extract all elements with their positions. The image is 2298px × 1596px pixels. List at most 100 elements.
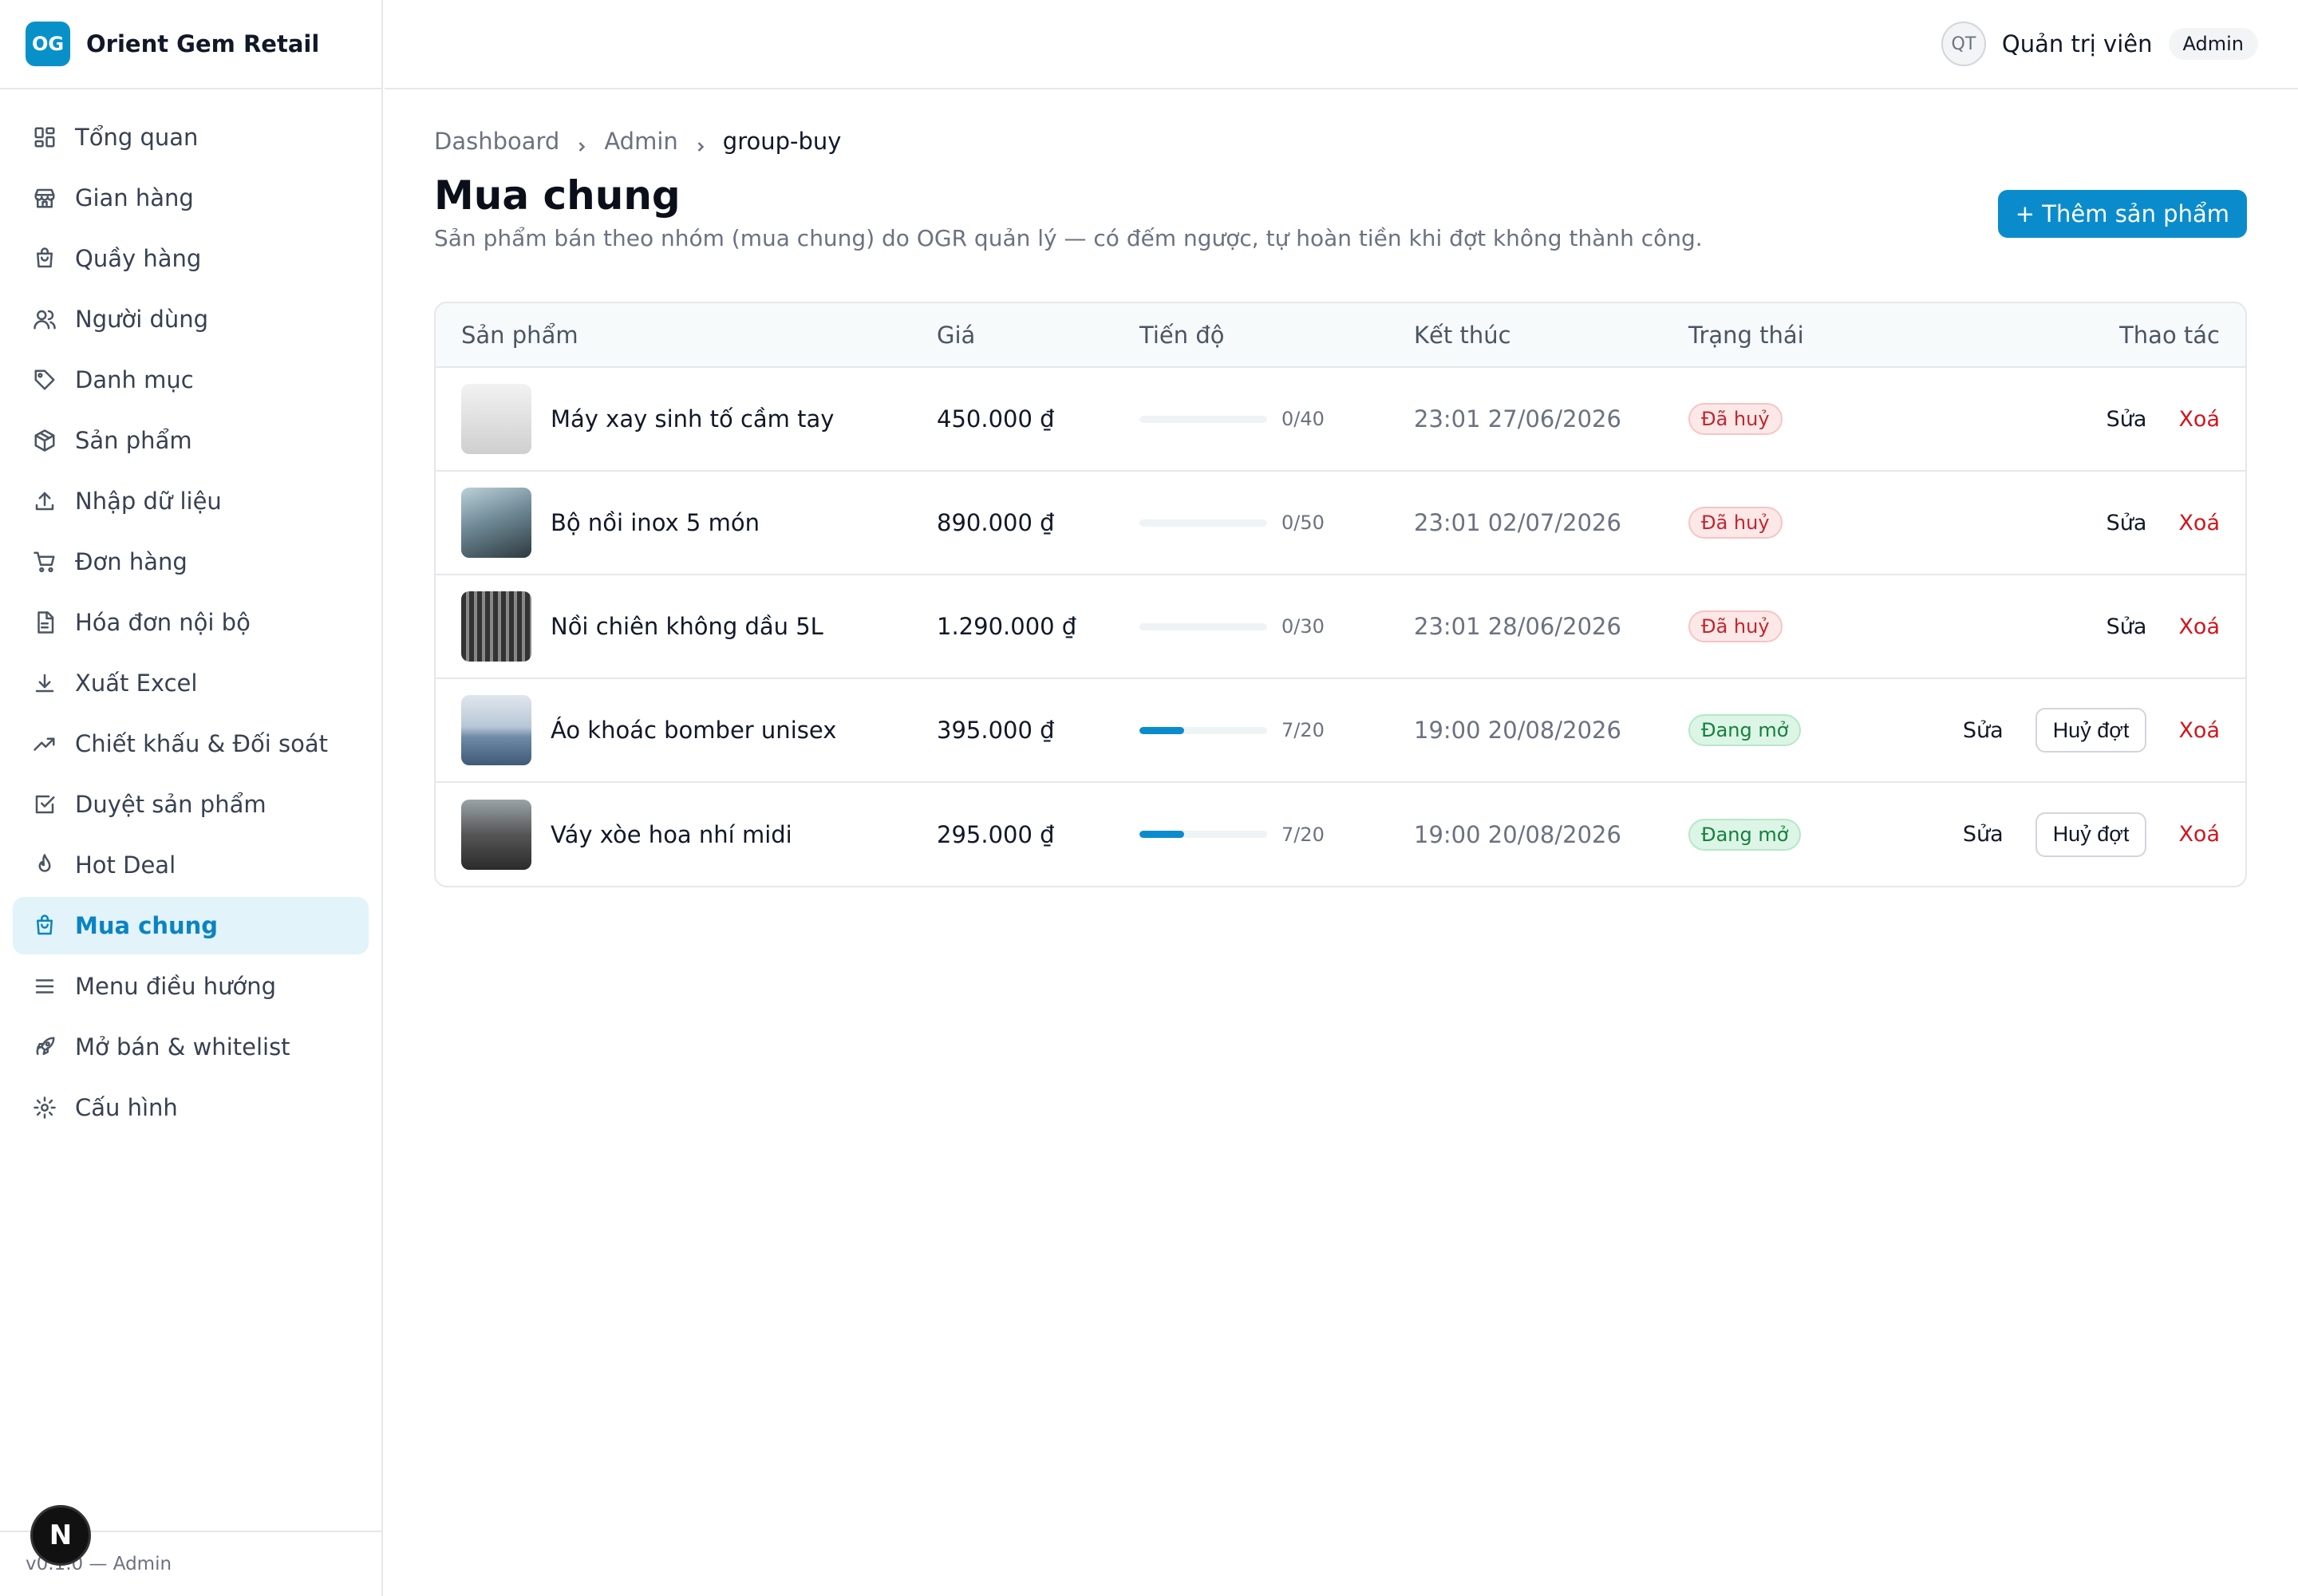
edit-button[interactable]: Sửa bbox=[1963, 718, 2004, 743]
file-icon bbox=[32, 610, 57, 635]
sidebar-item-8[interactable]: Đơn hàng bbox=[13, 533, 369, 591]
flame-icon bbox=[32, 852, 57, 878]
product-cell: Váy xòe hoa nhí midi bbox=[436, 782, 911, 886]
product-thumbnail bbox=[461, 384, 531, 454]
actions-cell: Sửa Xoá bbox=[1902, 575, 2245, 678]
sidebar-item-label: Danh mục bbox=[75, 366, 194, 393]
avatar[interactable]: QT bbox=[1941, 22, 1986, 66]
bag-icon bbox=[32, 913, 57, 938]
sidebar-item-14[interactable]: Mua chung bbox=[13, 897, 369, 954]
main-content: Dashboard Admin group-buy Mua chung Sản … bbox=[434, 89, 2247, 887]
table-body: Máy xay sinh tố cầm tay 450.000 ₫ 0/40 23:0… bbox=[436, 367, 2245, 886]
sidebar-item-17[interactable]: Cấu hình bbox=[13, 1079, 369, 1136]
status-badge: Đang mở bbox=[1688, 818, 1802, 851]
page-title: Mua chung bbox=[434, 172, 681, 219]
delete-button[interactable]: Xoá bbox=[2178, 614, 2220, 639]
sidebar-item-label: Mở bán & whitelist bbox=[75, 1033, 290, 1061]
edit-button[interactable]: Sửa bbox=[2106, 511, 2147, 535]
sidebar-item-label: Gian hàng bbox=[75, 184, 194, 211]
gear-icon bbox=[32, 1095, 57, 1120]
price-cell: 450.000 ₫ bbox=[937, 405, 1055, 433]
delete-button[interactable]: Xoá bbox=[2178, 718, 2220, 743]
chevron-right-icon bbox=[574, 133, 590, 152]
col-actions: Thao tác bbox=[1902, 303, 2245, 367]
cancel-round-button[interactable]: Huỷ đợt bbox=[2035, 812, 2147, 857]
progress-bar-fill bbox=[1139, 831, 1184, 838]
product-thumbnail bbox=[461, 488, 531, 558]
status-badge: Đang mở bbox=[1688, 714, 1802, 746]
sidebar-item-label: Nhập dữ liệu bbox=[75, 488, 222, 515]
sidebar-item-label: Hóa đơn nội bộ bbox=[75, 609, 251, 636]
end-date: 19:00 20/08/2026 bbox=[1414, 717, 1621, 744]
status-badge: Đã huỷ bbox=[1688, 610, 1783, 642]
col-product: Sản phẩm bbox=[436, 303, 911, 367]
sidebar-nav: Tổng quan Gian hàng Quầy hàng Người dùng Dan… bbox=[0, 89, 381, 1136]
progress-text: 0/50 bbox=[1281, 512, 1325, 534]
price-cell: 395.000 ₫ bbox=[937, 717, 1055, 744]
sidebar-item-label: Hot Deal bbox=[75, 851, 176, 879]
table-row: Máy xay sinh tố cầm tay 450.000 ₫ 0/40 23:0… bbox=[436, 367, 2245, 471]
actions-cell: Sửa Huỷ đợt Xoá bbox=[1902, 678, 2245, 782]
sidebar-item-7[interactable]: Nhập dữ liệu bbox=[13, 472, 369, 530]
progress-cell: 7/20 bbox=[1114, 782, 1388, 886]
sidebar-item-15[interactable]: Menu điều hướng bbox=[13, 958, 369, 1015]
sidebar-item-label: Người dùng bbox=[75, 306, 209, 333]
sidebar-item-label: Mua chung bbox=[75, 912, 219, 939]
sidebar-item-5[interactable]: Danh mục bbox=[13, 351, 369, 409]
table-row: Nồi chiên không dầu 5L 1.290.000 ₫ 0/30 23:… bbox=[436, 575, 2245, 678]
progress-bar bbox=[1139, 415, 1267, 423]
edit-button[interactable]: Sửa bbox=[1963, 822, 2004, 847]
table-row: Áo khoác bomber unisex 395.000 ₫ 7/20 19:00… bbox=[436, 678, 2245, 782]
progress-bar bbox=[1139, 622, 1267, 630]
breadcrumb-dashboard[interactable]: Dashboard bbox=[434, 128, 559, 155]
sidebar-item-11[interactable]: Chiết khấu & Đối soát bbox=[13, 715, 369, 772]
status-cell: Đã huỷ bbox=[1663, 471, 1902, 575]
sidebar-item-label: Duyệt sản phẩm bbox=[75, 791, 267, 818]
product-cell: Áo khoác bomber unisex bbox=[436, 678, 911, 782]
sidebar-item-label: Quầy hàng bbox=[75, 245, 202, 272]
sidebar-item-label: Xuất Excel bbox=[75, 670, 198, 697]
sidebar-item-4[interactable]: Người dùng bbox=[13, 290, 369, 348]
sidebar-item-2[interactable]: Gian hàng bbox=[13, 169, 369, 227]
progress-cell: 0/50 bbox=[1114, 471, 1388, 575]
product-cell: Nồi chiên không dầu 5L bbox=[436, 575, 911, 678]
sidebar-item-label: Menu điều hướng bbox=[75, 973, 277, 1000]
sidebar-item-1[interactable]: Tổng quan bbox=[13, 109, 369, 166]
sidebar-item-10[interactable]: Xuất Excel bbox=[13, 654, 369, 712]
sidebar-item-9[interactable]: Hóa đơn nội bộ bbox=[13, 594, 369, 651]
package-icon bbox=[32, 428, 57, 453]
status-badge: Đã huỷ bbox=[1688, 403, 1783, 435]
table-header-row: Sản phẩm Giá Tiến độ Kết thúc Trạng thái… bbox=[436, 303, 2245, 367]
sidebar-item-label: Sản phẩm bbox=[75, 427, 192, 454]
price-cell: 1.290.000 ₫ bbox=[937, 613, 1077, 640]
breadcrumb-admin[interactable]: Admin bbox=[604, 128, 677, 155]
sidebar: OG Orient Gem Retail Tổng quan Gian hàng Q… bbox=[0, 0, 383, 1596]
sidebar-item-16[interactable]: Mở bán & whitelist bbox=[13, 1018, 369, 1076]
sidebar-item-6[interactable]: Sản phẩm bbox=[13, 412, 369, 469]
delete-button[interactable]: Xoá bbox=[2178, 822, 2220, 847]
breadcrumb-current: group-buy bbox=[722, 128, 842, 155]
status-cell: Đang mở bbox=[1663, 678, 1902, 782]
user-name: Quản trị viên bbox=[2001, 30, 2153, 57]
sidebar-item-3[interactable]: Quầy hàng bbox=[13, 230, 369, 287]
end-date: 23:01 02/07/2026 bbox=[1414, 509, 1621, 536]
edit-button[interactable]: Sửa bbox=[2106, 614, 2147, 639]
delete-button[interactable]: Xoá bbox=[2178, 511, 2220, 535]
product-cell: Máy xay sinh tố cầm tay bbox=[436, 367, 911, 471]
group-buy-table: Sản phẩm Giá Tiến độ Kết thúc Trạng thái… bbox=[434, 302, 2247, 887]
dashboard-icon bbox=[32, 124, 57, 150]
menu-icon bbox=[32, 974, 57, 999]
progress-bar-fill bbox=[1139, 726, 1184, 734]
cancel-round-button[interactable]: Huỷ đợt bbox=[2035, 708, 2147, 753]
trending-icon bbox=[32, 731, 57, 757]
add-product-button[interactable]: + Thêm sản phẩm bbox=[1997, 190, 2247, 238]
delete-button[interactable]: Xoá bbox=[2178, 407, 2220, 432]
product-name: Máy xay sinh tố cầm tay bbox=[551, 405, 835, 433]
role-badge: Admin bbox=[2168, 28, 2258, 60]
next-dev-badge[interactable]: N bbox=[30, 1505, 91, 1566]
sidebar-item-12[interactable]: Duyệt sản phẩm bbox=[13, 776, 369, 833]
edit-button[interactable]: Sửa bbox=[2106, 407, 2147, 432]
brand[interactable]: OG Orient Gem Retail bbox=[0, 0, 381, 89]
sidebar-item-13[interactable]: Hot Deal bbox=[13, 836, 369, 894]
progress-bar bbox=[1139, 726, 1267, 734]
